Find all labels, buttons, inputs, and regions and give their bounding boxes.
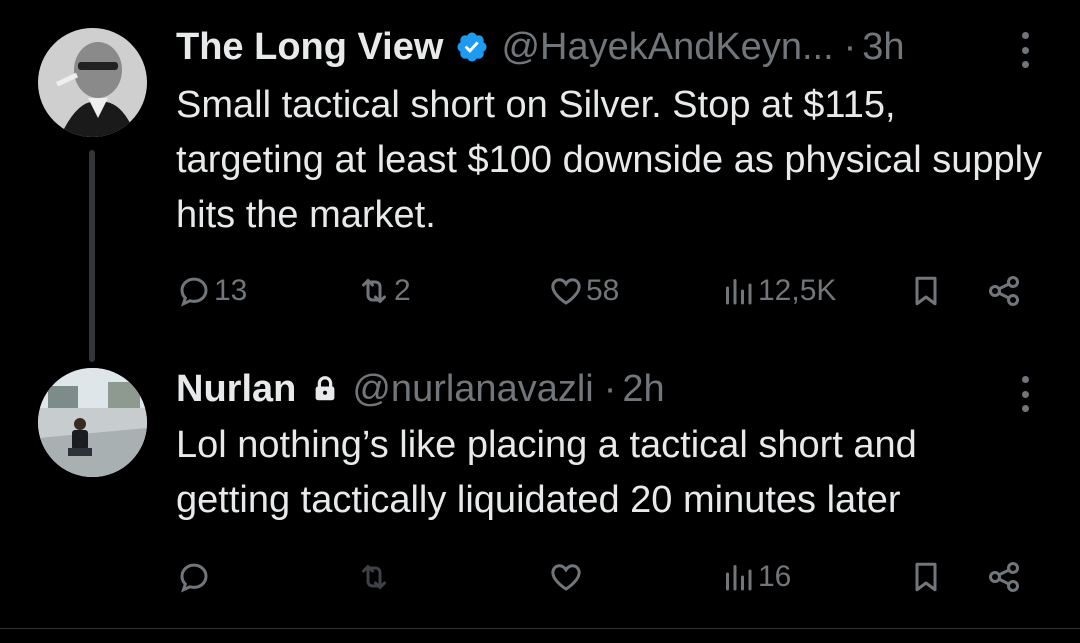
tweet-text: Small tactical short on Silver. Stop at …: [176, 84, 1043, 236]
avatar-image: [38, 28, 147, 137]
reply-icon: [180, 563, 208, 593]
reply-count: 13: [214, 274, 248, 307]
views-button[interactable]: 12,5K: [720, 268, 836, 314]
views-icon: [726, 279, 752, 305]
repost-icon: [362, 279, 386, 303]
avatar-image: [38, 368, 147, 477]
author-handle[interactable]: @nurlanavazli: [352, 366, 593, 412]
separator-dot: ·: [603, 368, 617, 410]
author-name[interactable]: The Long View: [176, 24, 443, 70]
tweet[interactable]: The Long View @HayekAndKeyn... · 3h Smal…: [0, 0, 1080, 362]
separator-dot: ·: [843, 26, 857, 68]
views-button[interactable]: 16: [720, 554, 791, 600]
like-button[interactable]: [548, 554, 586, 600]
lock-icon: [310, 374, 340, 404]
avatar[interactable]: [38, 368, 147, 477]
tweet-text-line: Lol nothing’s like placing a tactical sh…: [176, 424, 917, 466]
share-icon: [989, 562, 1019, 592]
tweet-actions: 16: [0, 554, 1080, 600]
share-icon: [989, 276, 1019, 306]
avatar[interactable]: [38, 28, 147, 137]
bookmark-icon: [915, 276, 937, 306]
author-handle[interactable]: @HayekAndKeyn...: [501, 24, 833, 70]
tweet-text: Lol nothing’s like placing a tactical sh…: [176, 418, 1046, 528]
repost-icon: [362, 565, 386, 589]
bookmark-button[interactable]: [908, 554, 944, 600]
views-icon: [726, 565, 752, 591]
thread-line: [89, 150, 95, 362]
reply-icon: [180, 277, 208, 307]
tweet-actions: 13 2 58 12,5K: [0, 268, 1080, 314]
views-count: 16: [758, 560, 792, 593]
tweet-header: Nurlan @nurlanavazli · 2h: [176, 366, 665, 412]
like-button[interactable]: 58: [548, 268, 619, 314]
views-count: 12,5K: [758, 274, 837, 307]
repost-count: 2: [394, 274, 411, 307]
like-count: 58: [586, 274, 620, 307]
timestamp[interactable]: 3h: [862, 24, 904, 70]
tweet[interactable]: Nurlan @nurlanavazli · 2h Lol nothing’s …: [0, 340, 1080, 630]
bookmark-icon: [915, 562, 937, 592]
reply-button[interactable]: 13: [176, 268, 247, 314]
tweet-text-line: getting tactically liquidated 20 minutes…: [176, 479, 901, 521]
more-icon[interactable]: [1020, 32, 1030, 68]
tweet-header: The Long View @HayekAndKeyn... · 3h: [176, 24, 905, 70]
author-name[interactable]: Nurlan: [176, 366, 296, 412]
verified-icon: [455, 30, 489, 64]
repost-button[interactable]: 2: [356, 268, 411, 314]
like-icon: [551, 564, 581, 591]
more-icon[interactable]: [1020, 376, 1030, 412]
share-button[interactable]: [986, 268, 1022, 314]
timestamp[interactable]: 2h: [622, 366, 664, 412]
share-button[interactable]: [986, 554, 1022, 600]
repost-button[interactable]: [356, 554, 394, 600]
like-icon: [551, 278, 581, 305]
reply-button[interactable]: [176, 554, 214, 600]
divider: [0, 628, 1080, 629]
bookmark-button[interactable]: [908, 268, 944, 314]
